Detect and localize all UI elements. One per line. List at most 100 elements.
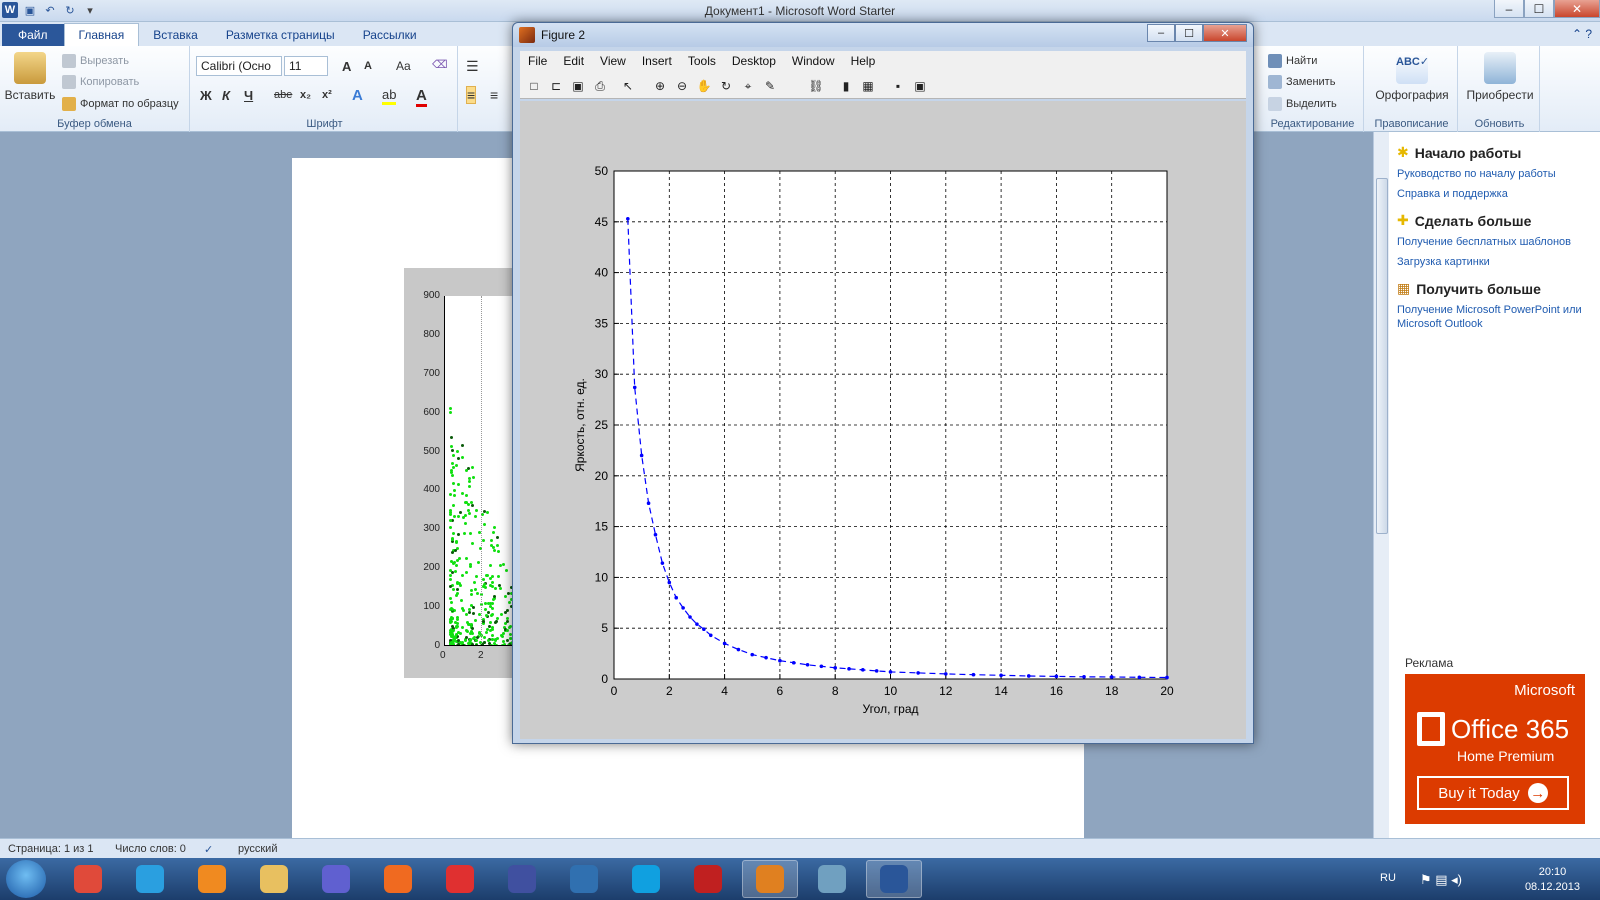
figure-title-bar[interactable]: Figure 2 – ☐ ✕ (513, 23, 1253, 47)
media-player-taskbar-button[interactable] (184, 860, 240, 898)
print-icon[interactable]: ⎙ (592, 78, 608, 94)
notepad-taskbar-button[interactable] (494, 860, 550, 898)
italic-button[interactable]: К (222, 88, 230, 103)
font-color-icon[interactable]: A (416, 87, 427, 107)
maximize-button[interactable]: ☐ (1524, 0, 1554, 18)
buy-it-today-button[interactable]: Buy it Today → (1417, 776, 1569, 810)
globe-taskbar-button[interactable] (556, 860, 612, 898)
image-viewer-taskbar-button[interactable] (804, 860, 860, 898)
language-status[interactable]: русский (238, 843, 277, 855)
pointer-icon[interactable]: ↖ (620, 78, 636, 94)
chrome-taskbar-button[interactable] (60, 860, 116, 898)
colorbar-icon[interactable]: ▮ (838, 78, 854, 94)
save-icon[interactable]: ▣ (570, 78, 586, 94)
menu-help[interactable]: Help (843, 51, 884, 73)
skype-taskbar-button[interactable] (618, 860, 674, 898)
office-365-ad[interactable]: Microsoft Office 365 Home Premium Buy it… (1405, 674, 1585, 824)
clear-format-icon[interactable]: ⌫ (432, 58, 448, 71)
word-taskbar-button[interactable] (866, 860, 922, 898)
yandex-taskbar-button[interactable] (432, 860, 488, 898)
align-left-icon[interactable]: ≡ (466, 86, 477, 104)
line-chart[interactable]: 0 2 4 6 8 10 12 14 16 18 20 0 5 10 15 20 25 30 35 40 45 50 Уго… (520, 101, 1246, 739)
align-center-icon[interactable]: ≡ (490, 87, 498, 103)
document-scrollbar[interactable] (1373, 132, 1389, 838)
highlight-icon[interactable]: ab (382, 87, 397, 105)
embedded-scatter-point (456, 592, 460, 596)
figure-window[interactable]: Figure 2 – ☐ ✕ File Edit View Insert Too… (512, 22, 1254, 744)
firefox-taskbar-button[interactable] (370, 860, 426, 898)
pane-link[interactable]: Руководство по началу работы (1397, 167, 1556, 181)
figure-minimize-button[interactable]: – (1147, 24, 1175, 42)
pane-link[interactable]: Получение бесплатных шаблонов (1397, 235, 1571, 249)
tab-mailings[interactable]: Рассылки (349, 24, 431, 46)
open-icon[interactable]: ⊏ (548, 78, 564, 94)
pdf-taskbar-button[interactable] (680, 860, 736, 898)
change-case-button[interactable]: Aa (396, 59, 411, 73)
zoom-out-icon[interactable]: ⊖ (674, 78, 690, 94)
figure-close-button[interactable]: ✕ (1203, 24, 1247, 42)
menu-insert[interactable]: Insert (634, 51, 680, 73)
text-effects-icon[interactable]: A (352, 87, 363, 104)
legend-icon[interactable]: ▦ (860, 78, 876, 94)
pan-icon[interactable]: ✋ (696, 78, 712, 94)
tab-page-layout[interactable]: Разметка страницы (212, 24, 349, 46)
start-button[interactable] (6, 860, 46, 898)
find-button[interactable]: Найти (1268, 54, 1317, 68)
pane-link[interactable]: Загрузка картинки (1397, 255, 1571, 269)
clock[interactable]: 20:10 08.12.2013 (1525, 865, 1580, 895)
shrink-font-button[interactable]: A (364, 60, 372, 72)
underline-button[interactable]: Ч (244, 88, 253, 103)
menu-view[interactable]: View (592, 51, 634, 73)
zoom-in-icon[interactable]: ⊕ (652, 78, 668, 94)
explorer-taskbar-button[interactable] (246, 860, 302, 898)
embedded-scatter-plot[interactable]: 900 800 700 600 500 400 300 200 100 0 0 2 (404, 268, 516, 678)
ie-taskbar-button[interactable] (122, 860, 178, 898)
replace-button[interactable]: Заменить (1268, 75, 1335, 89)
brush-icon[interactable]: ✎ (762, 78, 778, 94)
tab-file[interactable]: Файл (2, 24, 64, 46)
menu-file[interactable]: File (520, 51, 555, 73)
spelling-button[interactable]: ABC✓ Орфография (1370, 52, 1454, 102)
help-icon[interactable]: ⌃ ? (1572, 27, 1592, 41)
data-cursor-icon[interactable]: ⌖ (740, 78, 756, 94)
proofing-status-icon[interactable]: ✓ (204, 843, 213, 856)
page-count-status[interactable]: Страница: 1 из 1 (8, 843, 94, 855)
buy-button[interactable]: Приобрести (1462, 52, 1538, 102)
pane-link[interactable]: Справка и поддержка (1397, 187, 1556, 201)
bold-button[interactable]: Ж (200, 88, 212, 103)
font-name-combo[interactable]: Calibri (Осно (196, 56, 282, 76)
link-icon[interactable]: ⛓ (808, 78, 824, 94)
rotate-icon[interactable]: ↻ (718, 78, 734, 94)
scrollbar-thumb[interactable] (1376, 178, 1388, 534)
show-plot-tools-icon[interactable]: ▣ (912, 78, 928, 94)
superscript-button[interactable]: x² (322, 89, 332, 101)
menu-edit[interactable]: Edit (555, 51, 592, 73)
bullets-icon[interactable]: ☰ (466, 58, 479, 75)
pane-link[interactable]: Получение Microsoft PowerPoint или Micro… (1397, 303, 1593, 331)
format-painter-button[interactable]: Формат по образцу (62, 97, 179, 111)
cut-button[interactable]: Вырезать (62, 54, 129, 68)
tab-home[interactable]: Главная (63, 23, 140, 46)
word-count-status[interactable]: Число слов: 0 (115, 843, 186, 855)
hide-plot-tools-icon[interactable]: ▪ (890, 78, 906, 94)
tray-icons[interactable]: ⚑ ▤ ◂) (1420, 872, 1462, 888)
select-button[interactable]: Выделить (1268, 97, 1337, 111)
language-indicator[interactable]: RU (1380, 872, 1396, 884)
figure-maximize-button[interactable]: ☐ (1175, 24, 1203, 42)
menu-desktop[interactable]: Desktop (724, 51, 784, 73)
new-figure-icon[interactable]: □ (526, 78, 542, 94)
tab-insert[interactable]: Вставка (139, 24, 212, 46)
fractal-taskbar-button[interactable] (308, 860, 364, 898)
menu-window[interactable]: Window (784, 51, 843, 73)
grow-font-button[interactable]: A (342, 59, 351, 74)
figure-canvas[interactable]: 0 2 4 6 8 10 12 14 16 18 20 0 5 10 15 20 25 30 35 40 45 50 Уго… (520, 101, 1246, 739)
menu-tools[interactable]: Tools (680, 51, 724, 73)
minimize-button[interactable]: – (1494, 0, 1524, 18)
paste-button[interactable]: Вставить (4, 52, 56, 102)
copy-button[interactable]: Копировать (62, 75, 139, 89)
subscript-button[interactable]: x₂ (300, 89, 311, 101)
font-size-combo[interactable]: 11 (284, 56, 328, 76)
strikethrough-button[interactable]: abe (274, 89, 292, 101)
close-button[interactable]: ✕ (1554, 0, 1600, 18)
matlab-taskbar-button[interactable] (742, 860, 798, 898)
